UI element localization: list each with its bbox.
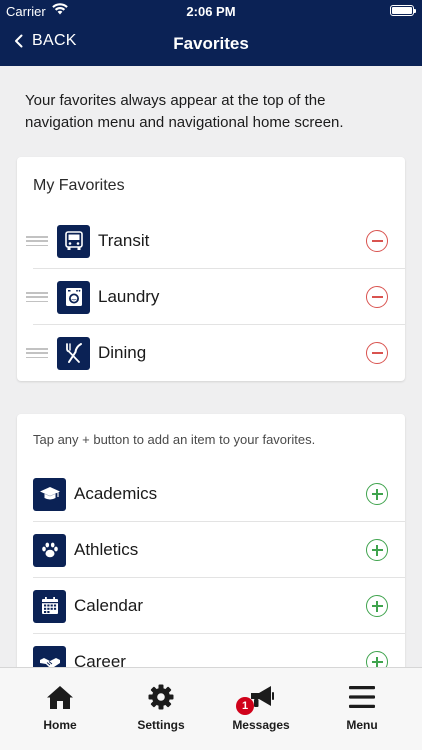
item-label: Athletics xyxy=(74,540,139,559)
favorite-label: Dining xyxy=(98,343,147,362)
tab-messages[interactable]: 1 Messages xyxy=(211,668,311,750)
gear-icon xyxy=(148,684,174,710)
add-hint-text: Tap any + button to add an item to your … xyxy=(33,432,316,447)
washing-machine-icon xyxy=(57,280,90,314)
calendar-icon xyxy=(33,589,66,623)
remove-laundry-button[interactable] xyxy=(366,286,388,308)
fork-knife-icon xyxy=(57,336,90,370)
tab-menu-label: Menu xyxy=(346,718,378,732)
favorite-row-dining: Dining xyxy=(17,325,405,381)
item-row-academics: Academics xyxy=(17,466,405,522)
favorite-label: Transit xyxy=(98,231,150,250)
remove-transit-button[interactable] xyxy=(366,230,388,252)
graduation-cap-icon xyxy=(33,477,66,511)
tab-menu[interactable]: Menu xyxy=(312,668,412,750)
tab-settings[interactable]: Settings xyxy=(111,668,211,750)
add-calendar-button[interactable] xyxy=(366,595,388,617)
item-row-athletics: Athletics xyxy=(17,522,405,578)
tab-messages-label: Messages xyxy=(232,718,290,732)
remove-dining-button[interactable] xyxy=(366,342,388,364)
paw-icon xyxy=(33,533,66,567)
drag-handle-icon[interactable] xyxy=(26,236,48,246)
favorite-row-laundry: Laundry xyxy=(17,269,405,325)
navigation-bar: Carrier 2:06 PM BACK Favorites xyxy=(0,0,422,66)
messages-badge: 1 xyxy=(236,697,254,715)
favorite-label: Laundry xyxy=(98,287,160,306)
drag-handle-icon[interactable] xyxy=(26,348,48,358)
home-icon xyxy=(47,686,73,709)
status-time: 2:06 PM xyxy=(186,4,236,19)
item-label: Calendar xyxy=(74,596,143,615)
tab-bar: Home Settings 1 Messages Menu xyxy=(0,667,422,750)
add-athletics-button[interactable] xyxy=(366,539,388,561)
status-bar: Carrier 2:06 PM xyxy=(0,0,422,22)
hamburger-menu-icon xyxy=(349,686,375,708)
tab-settings-label: Settings xyxy=(137,718,185,732)
item-label: Academics xyxy=(74,484,158,503)
my-favorites-title: My Favorites xyxy=(33,177,125,194)
intro-text: Your favorites always appear at the top … xyxy=(25,92,344,131)
item-row-calendar: Calendar xyxy=(17,578,405,634)
tab-home-label: Home xyxy=(43,718,77,732)
bus-icon xyxy=(57,224,90,258)
drag-handle-icon[interactable] xyxy=(26,292,48,302)
tab-home[interactable]: Home xyxy=(10,668,110,750)
my-favorites-card: My Favorites Transit Laundry Dining xyxy=(17,157,405,381)
favorite-row-transit: Transit xyxy=(17,213,405,269)
add-academics-button[interactable] xyxy=(366,483,388,505)
page-title: Favorites xyxy=(173,34,249,53)
battery-icon xyxy=(390,5,416,16)
